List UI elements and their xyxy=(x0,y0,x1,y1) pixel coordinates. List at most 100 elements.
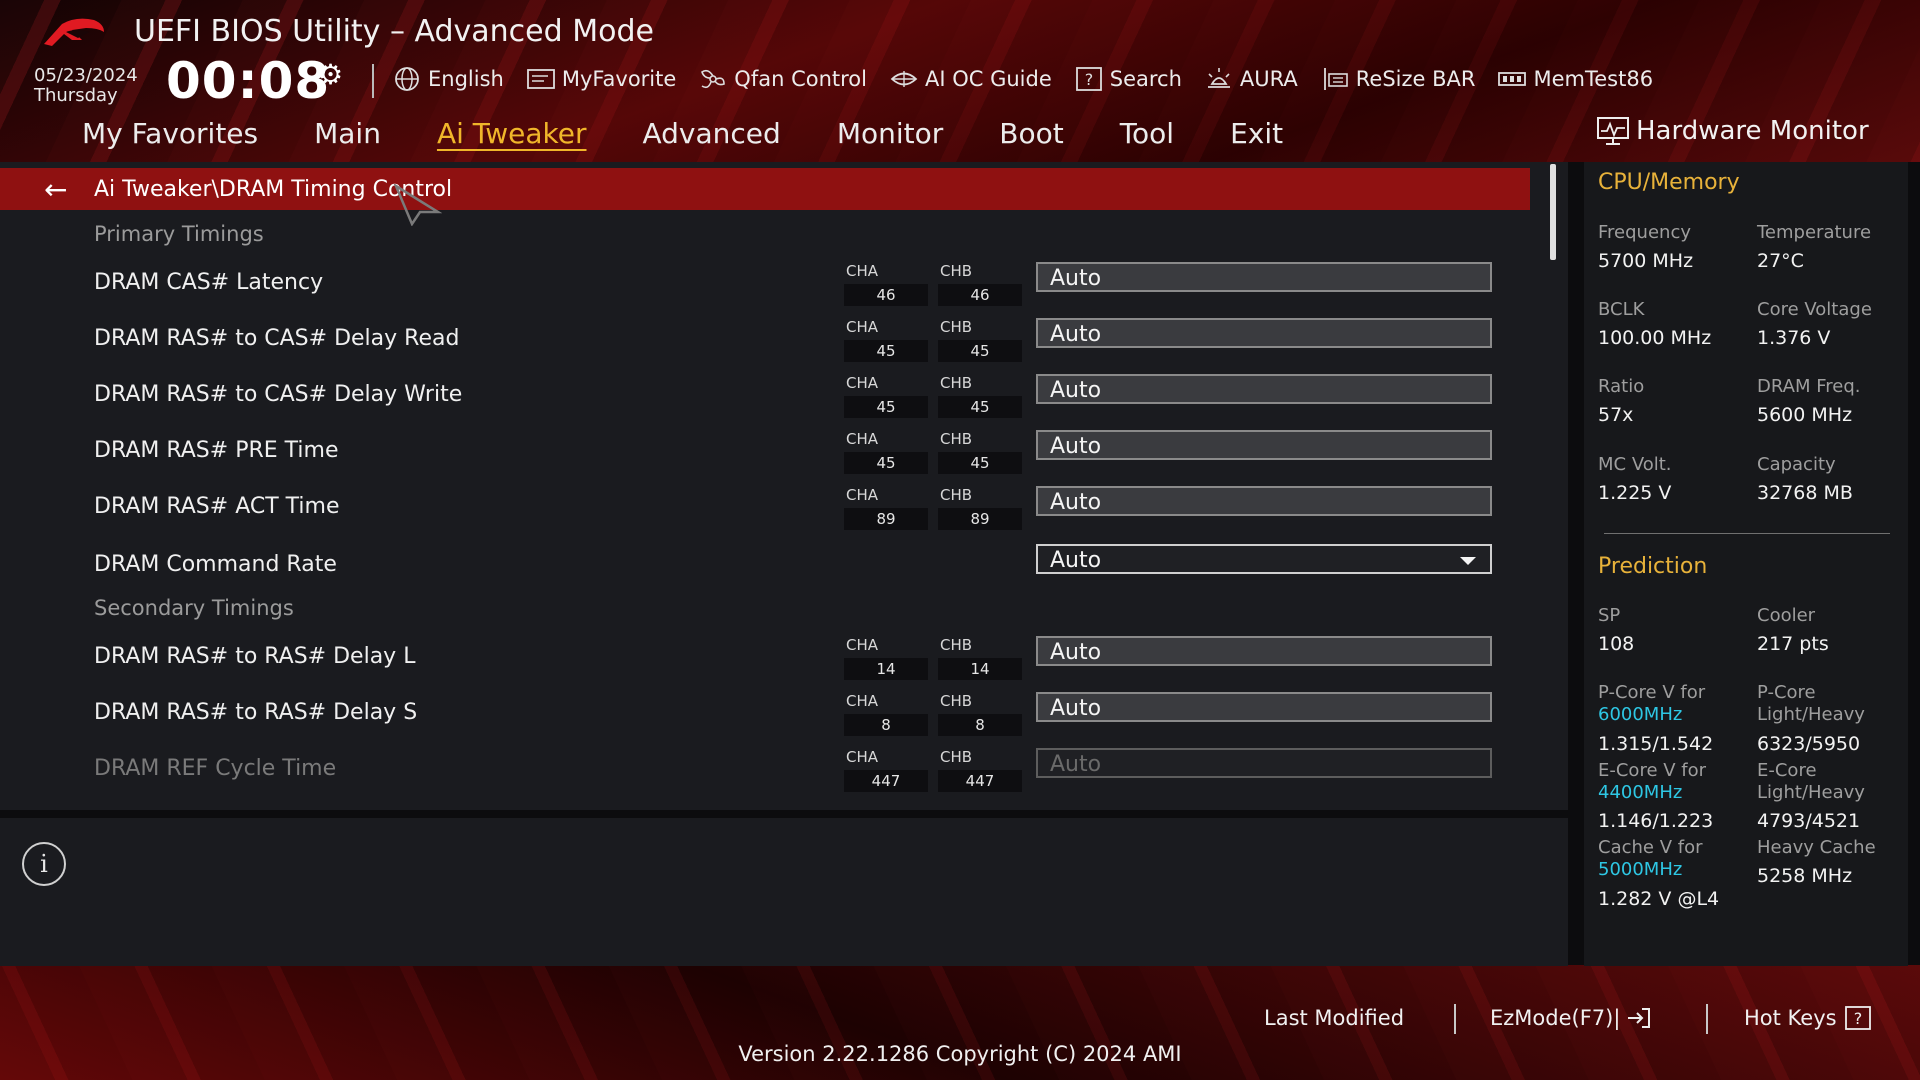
hw-value: 5258 MHz xyxy=(1757,865,1853,887)
oc-guide-icon xyxy=(889,66,919,92)
section-secondary-timings: Secondary Timings xyxy=(94,596,294,620)
hw-value: 1.315/1.542 xyxy=(1598,733,1714,755)
memtest86-button[interactable]: MemTest86 xyxy=(1497,66,1653,92)
globe-icon xyxy=(392,66,422,92)
hw-label: Heavy Cache xyxy=(1757,837,1876,858)
channel-a-value: CHA 45 xyxy=(844,372,928,420)
hw-label: P-Core V for 6000MHz xyxy=(1598,682,1706,725)
favorite-icon xyxy=(526,66,556,92)
toolbar-divider xyxy=(372,64,374,98)
tab-boot[interactable]: Boot xyxy=(999,114,1063,154)
channel-a-value: CHA 8 xyxy=(844,690,928,738)
memtest86-label: MemTest86 xyxy=(1533,67,1654,91)
scrollbar[interactable] xyxy=(1550,164,1556,260)
qfan-control-button[interactable]: Qfan Control xyxy=(698,66,867,92)
date-text: 05/23/2024 xyxy=(34,65,138,86)
setting-input[interactable]: Auto xyxy=(1036,262,1492,292)
svg-text:?: ? xyxy=(1853,1009,1862,1028)
setting-row[interactable]: DRAM RAS# to RAS# Delay S CHA 8 CHB 8 Auto xyxy=(0,690,1530,738)
hw-value: 1.146/1.223 xyxy=(1598,810,1714,832)
resize-bar-icon xyxy=(1320,66,1350,92)
hw-value: 4793/4521 xyxy=(1757,810,1861,832)
hw-label: Temperature xyxy=(1757,222,1872,243)
setting-row[interactable]: DRAM RAS# to RAS# Delay L CHA 14 CHB 14 Au… xyxy=(0,634,1530,682)
setting-label: DRAM RAS# to CAS# Delay Write xyxy=(94,382,463,407)
resize-bar-label: ReSize BAR xyxy=(1355,67,1476,91)
setting-input[interactable]: Auto xyxy=(1036,430,1492,460)
hw-value: 1.225 V xyxy=(1598,482,1672,504)
setting-row[interactable]: DRAM RAS# ACT Time CHA 89 CHB 89 Auto xyxy=(0,484,1530,532)
setting-label: DRAM CAS# Latency xyxy=(94,270,324,295)
tab-exit[interactable]: Exit xyxy=(1230,114,1283,154)
setting-label: DRAM Command Rate xyxy=(94,552,337,577)
channel-b-value: CHB 447 xyxy=(938,746,1022,794)
footer-divider xyxy=(1454,1004,1456,1034)
monitor-icon xyxy=(1597,117,1629,145)
gear-icon[interactable]: ⚙ xyxy=(318,58,343,91)
hw-value: 6323/5950 xyxy=(1757,733,1861,755)
hw-value: 5700 MHz xyxy=(1598,250,1694,272)
myfavorite-button[interactable]: MyFavorite xyxy=(526,66,676,92)
resize-bar-button[interactable]: ReSize BAR xyxy=(1320,66,1476,92)
tab-tool[interactable]: Tool xyxy=(1120,114,1174,154)
hw-value: 5600 MHz xyxy=(1757,404,1853,426)
fan-icon xyxy=(698,66,728,92)
channel-a-value: CHA 46 xyxy=(844,260,928,308)
setting-row[interactable]: DRAM Command Rate Auto xyxy=(0,542,1530,590)
aura-label: AURA xyxy=(1239,67,1298,91)
setting-label: DRAM RAS# ACT Time xyxy=(94,494,340,519)
setting-input[interactable]: Auto xyxy=(1036,318,1492,348)
search-button[interactable]: ? Search xyxy=(1074,66,1182,92)
help-info-panel xyxy=(0,818,1568,966)
tab-advanced[interactable]: Advanced xyxy=(643,114,781,154)
tab-my-favorites[interactable]: My Favorites xyxy=(82,114,258,154)
hw-label: BCLK xyxy=(1598,299,1645,320)
channel-b-value: CHB 46 xyxy=(938,260,1022,308)
channel-b-value: CHB 14 xyxy=(938,634,1022,682)
setting-input[interactable]: Auto xyxy=(1036,636,1492,666)
back-arrow-icon[interactable]: ← xyxy=(44,173,88,206)
hw-label: Ratio xyxy=(1598,376,1645,397)
setting-label: DRAM RAS# to RAS# Delay S xyxy=(94,700,418,725)
date-display: 05/23/2024 Thursday xyxy=(34,66,138,106)
setting-input[interactable]: Auto xyxy=(1036,692,1492,722)
setting-input: Auto xyxy=(1036,748,1492,778)
breadcrumb-bar[interactable]: ← Ai Tweaker\DRAM Timing Control xyxy=(0,168,1530,210)
setting-row[interactable]: DRAM RAS# to CAS# Delay Write CHA 45 CHB 4… xyxy=(0,372,1530,420)
tab-main[interactable]: Main xyxy=(314,114,381,154)
last-modified-button[interactable]: Last Modified xyxy=(1264,1006,1404,1030)
ezmode-label: EzMode(F7)| xyxy=(1490,1006,1621,1030)
hw-value: 57x xyxy=(1598,404,1634,426)
main-tabs: My Favorites Main Ai Tweaker Advanced Mo… xyxy=(82,114,1339,154)
language-label: English xyxy=(428,67,504,91)
setting-row[interactable]: DRAM CAS# Latency CHA 46 CHB 46 Auto xyxy=(0,260,1530,308)
last-modified-label: Last Modified xyxy=(1264,1006,1405,1030)
channel-b-value: CHB 45 xyxy=(938,428,1022,476)
setting-row[interactable]: DRAM RAS# to CAS# Delay Read CHA 45 CHB 45… xyxy=(0,316,1530,364)
mouse-cursor-icon xyxy=(393,182,443,227)
setting-input[interactable]: Auto xyxy=(1036,374,1492,404)
aura-icon xyxy=(1204,66,1234,92)
info-icon: i xyxy=(22,842,66,886)
chevron-down-icon xyxy=(1460,557,1476,565)
setting-row[interactable]: DRAM RAS# PRE Time CHA 45 CHB 45 Auto xyxy=(0,428,1530,476)
tab-monitor[interactable]: Monitor xyxy=(837,114,943,154)
myfavorite-label: MyFavorite xyxy=(561,67,677,91)
language-button[interactable]: English xyxy=(392,66,504,92)
footer-divider xyxy=(1706,1004,1708,1034)
hot-keys-button[interactable]: Hot Keys ? xyxy=(1744,1006,1871,1030)
aura-button[interactable]: AURA xyxy=(1204,66,1298,92)
channel-b-value: CHB 89 xyxy=(938,484,1022,532)
setting-row-disabled: DRAM REF Cycle Time CHA 447 CHB 447 Auto xyxy=(0,746,1530,794)
channel-a-value: CHA 89 xyxy=(844,484,928,532)
tab-ai-tweaker[interactable]: Ai Tweaker xyxy=(437,114,587,154)
hw-label: E-Core V for 4400MHz xyxy=(1598,760,1707,803)
setting-input[interactable]: Auto xyxy=(1036,486,1492,516)
command-rate-dropdown[interactable]: Auto xyxy=(1036,544,1492,574)
bios-title: UEFI BIOS Utility – Advanced Mode xyxy=(134,14,654,49)
channel-a-value: CHA 45 xyxy=(844,316,928,364)
qfan-control-label: Qfan Control xyxy=(734,67,867,91)
ai-oc-guide-button[interactable]: AI OC Guide xyxy=(889,66,1052,92)
hw-value: 32768 MB xyxy=(1757,482,1853,504)
ezmode-button[interactable]: EzMode(F7)| xyxy=(1490,1006,1652,1030)
